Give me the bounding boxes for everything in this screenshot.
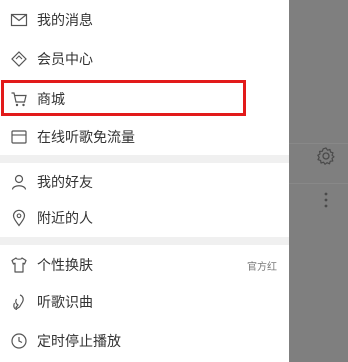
section-divider [0,237,289,245]
divider [289,183,348,184]
location-icon [10,209,28,227]
menu-item-member-center[interactable]: 会员中心 [0,39,289,79]
mail-icon [10,11,28,29]
diamond-icon [10,50,28,68]
menu-item-timer[interactable]: 定时停止播放 [0,321,289,361]
menu-item-label: 附近的人 [37,211,93,227]
clock-icon [10,332,28,350]
menu-item-label: 我的好友 [37,175,93,191]
menu-item-label: 听歌识曲 [37,295,93,311]
menu-item-recognize[interactable]: 听歌识曲 [0,282,289,322]
menu-item-free-data[interactable]: 在线听歌免流量 [0,117,289,157]
menu-item-label: 个性换肤 [37,258,93,274]
menu-item-label: 定时停止播放 [37,334,121,350]
side-drawer: 我的消息 会员中心 商城 在线听歌免流量 我的好友 附近的人 个性换肤 官方红 … [0,0,289,362]
more-options-icon [324,192,328,208]
sim-card-icon [10,128,28,146]
menu-item-label: 在线听歌免流量 [37,130,135,146]
dimmed-background-overlay[interactable] [289,0,348,362]
gear-icon [316,146,336,166]
menu-item-label: 会员中心 [37,52,93,68]
tshirt-icon [10,256,28,274]
microphone-icon [10,293,28,311]
person-icon [10,173,28,191]
menu-item-messages[interactable]: 我的消息 [0,0,289,40]
divider [289,143,348,144]
menu-item-friends[interactable]: 我的好友 [0,162,289,202]
menu-item-skin[interactable]: 个性换肤 官方红 [0,245,289,285]
current-skin-value: 官方红 [247,261,277,273]
menu-item-label: 我的消息 [37,13,93,29]
highlight-box [1,80,246,116]
menu-item-nearby[interactable]: 附近的人 [0,198,289,238]
